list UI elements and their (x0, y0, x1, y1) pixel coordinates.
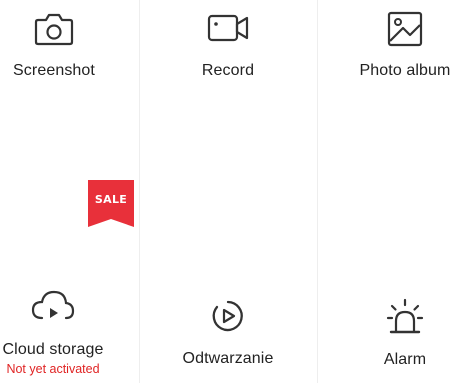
alarm-button[interactable]: Alarm (345, 297, 457, 369)
cloud-storage-button[interactable]: Cloud storage Not yet activated (0, 288, 112, 376)
feature-grid: Screenshot Record Photo album SALE Cloud (0, 0, 457, 383)
screenshot-label: Screenshot (13, 62, 95, 79)
cloud-storage-status: Not yet activated (6, 362, 100, 376)
record-label: Record (201, 62, 255, 79)
sale-badge-text: SALE (94, 193, 128, 206)
column-divider (139, 0, 140, 383)
photo-album-label: Photo album (359, 62, 451, 79)
playback-label: Odtwarzanie (182, 350, 274, 367)
record-button[interactable]: Record (168, 12, 288, 80)
video-camera-icon (207, 14, 249, 42)
playback-icon (212, 300, 243, 332)
screenshot-button[interactable]: Screenshot (0, 12, 108, 80)
cloud-play-icon (31, 290, 75, 320)
photo-album-button[interactable]: Photo album (345, 10, 457, 80)
siren-icon (386, 298, 424, 334)
camera-icon (34, 13, 74, 46)
alarm-label: Alarm (383, 351, 427, 368)
sale-badge: SALE (88, 180, 134, 227)
image-icon (387, 11, 423, 47)
cloud-storage-label: Cloud storage (2, 341, 104, 358)
column-divider (317, 0, 318, 383)
playback-button[interactable]: Odtwarzanie (168, 298, 288, 368)
